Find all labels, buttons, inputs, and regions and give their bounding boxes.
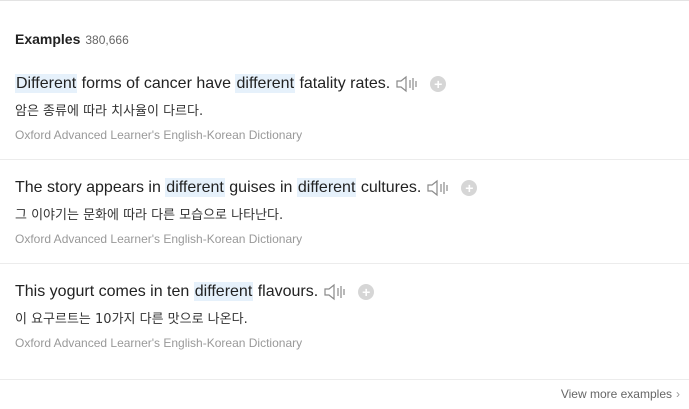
example-item: The story appears in different guises in…: [15, 177, 689, 246]
sentence-fragment: fatality rates.: [295, 75, 391, 92]
chevron-right-icon: ›: [676, 387, 680, 401]
example-source: Oxford Advanced Learner's English-Korean…: [15, 336, 303, 350]
sentence-fragment: flavours.: [253, 283, 319, 300]
highlighted-keyword: different: [193, 282, 254, 301]
plus-icon[interactable]: +: [430, 76, 447, 92]
speaker-icon[interactable]: [427, 179, 451, 197]
speaker-icon[interactable]: [324, 283, 348, 301]
example-sentence-text: This yogurt comes in ten different flavo…: [15, 282, 319, 301]
view-more-examples-link[interactable]: View more examples ›: [561, 387, 680, 401]
highlighted-keyword: different: [235, 74, 296, 93]
example-translation: 이 요구르트는 10가지 다른 맛으로 나온다.: [15, 312, 248, 327]
example-sentence: The story appears in different guises in…: [15, 177, 689, 199]
sentence-fragment: forms of cancer have: [77, 75, 236, 92]
view-more-label: View more examples: [560, 387, 672, 401]
plus-icon[interactable]: +: [358, 284, 375, 300]
examples-title: Examples: [15, 31, 81, 47]
example-sentence-text: Different forms of cancer have different…: [15, 74, 391, 93]
example-sentence: Different forms of cancer have different…: [15, 73, 689, 95]
example-item: Different forms of cancer have different…: [15, 73, 689, 142]
example-source: Oxford Advanced Learner's English-Korean…: [15, 232, 303, 246]
examples-count: 380,666: [85, 33, 129, 47]
highlighted-keyword: Different: [15, 74, 78, 93]
sentence-fragment: cultures.: [356, 179, 422, 196]
example-item: This yogurt comes in ten different flavo…: [15, 281, 689, 350]
sentence-fragment: The story appears in: [15, 179, 166, 196]
divider: [0, 263, 689, 264]
speaker-icon[interactable]: [396, 75, 420, 93]
examples-panel: Examples 380,666 Different forms of canc…: [0, 0, 689, 409]
example-sentence: This yogurt comes in ten different flavo…: [15, 281, 689, 303]
example-translation: 그 이야기는 문화에 따라 다른 모습으로 나타난다.: [15, 208, 284, 223]
divider: [0, 159, 689, 160]
sentence-fragment: This yogurt comes in ten: [15, 283, 194, 300]
sentence-fragment: guises in: [224, 179, 297, 196]
example-translation: 암은 종류에 따라 치사율이 다르다.: [15, 104, 204, 119]
examples-header: Examples 380,666: [15, 31, 129, 47]
example-sentence-text: The story appears in different guises in…: [15, 178, 422, 197]
divider: [0, 379, 689, 380]
example-source: Oxford Advanced Learner's English-Korean…: [15, 128, 303, 142]
highlighted-keyword: different: [165, 178, 225, 197]
plus-icon[interactable]: +: [461, 180, 478, 196]
highlighted-keyword: different: [296, 178, 357, 197]
